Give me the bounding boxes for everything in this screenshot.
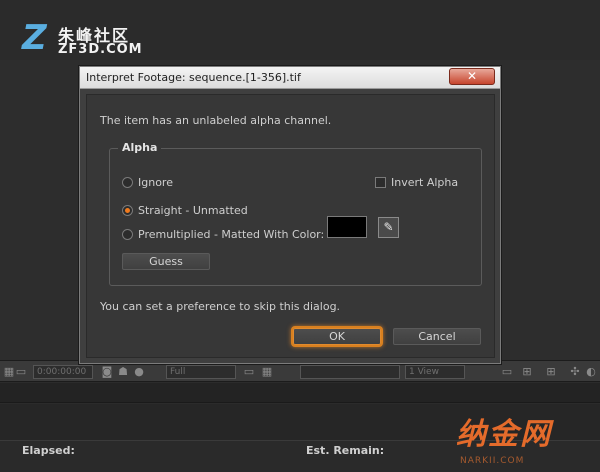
matte-color-swatch[interactable] bbox=[327, 216, 367, 238]
channel-icon[interactable]: ● bbox=[132, 365, 146, 379]
timeline-icon[interactable]: ⊞ bbox=[544, 365, 558, 379]
exposure-icon[interactable]: ◐ bbox=[584, 365, 598, 379]
cancel-button[interactable]: Cancel bbox=[393, 328, 481, 345]
resolution-dropdown[interactable]: Full bbox=[166, 365, 236, 379]
alpha-message: The item has an unlabeled alpha channel. bbox=[100, 114, 332, 127]
dialog-title: Interpret Footage: sequence.[1-356].tif bbox=[86, 71, 301, 84]
close-icon: ✕ bbox=[466, 69, 478, 83]
safe-zone-icon[interactable]: ▭ bbox=[14, 365, 28, 379]
premultiplied-label[interactable]: Premultiplied - Matted With Color: bbox=[138, 228, 324, 241]
logo-domain-text: ZF3D.COM bbox=[58, 42, 143, 57]
show-snapshot-icon[interactable]: ☗ bbox=[116, 365, 130, 379]
est-remain-label: Est. Remain: bbox=[306, 444, 385, 457]
render-queue-header bbox=[0, 383, 600, 403]
resolution-value: Full bbox=[170, 367, 186, 377]
preference-note: You can set a preference to skip this di… bbox=[100, 300, 341, 313]
ok-button[interactable]: OK bbox=[293, 328, 381, 345]
transparency-grid-icon[interactable]: ▦ bbox=[260, 365, 274, 379]
eyedropper-button[interactable]: ✎ bbox=[378, 217, 399, 238]
timecode-field[interactable]: 0:00:00:00 bbox=[33, 365, 93, 379]
interpret-footage-dialog: Interpret Footage: sequence.[1-356].tif … bbox=[79, 66, 501, 364]
alpha-group-title: Alpha bbox=[118, 141, 162, 154]
site-logo: Z 朱峰社区 ZF3D.COM bbox=[22, 20, 182, 60]
ignore-label[interactable]: Ignore bbox=[138, 176, 173, 189]
invert-alpha-label[interactable]: Invert Alpha bbox=[391, 176, 458, 189]
ignore-radio[interactable] bbox=[122, 177, 133, 188]
watermark-chinese-text: 纳金网 bbox=[456, 417, 552, 452]
invert-alpha-checkbox[interactable] bbox=[375, 177, 386, 188]
straight-unmatted-radio[interactable] bbox=[122, 205, 133, 216]
timecode-text: 0:00:00:00 bbox=[37, 367, 87, 377]
view-layout-dropdown[interactable]: 1 View bbox=[405, 365, 465, 379]
snapshot-icon[interactable]: ◙ bbox=[100, 365, 114, 379]
logo-mark: Z bbox=[22, 18, 47, 58]
watermark-domain-text: NARKII.COM bbox=[460, 456, 525, 466]
flowchart-icon[interactable]: ✣ bbox=[568, 365, 582, 379]
view-layout-value: 1 View bbox=[409, 367, 439, 377]
region-of-interest-icon[interactable]: ▭ bbox=[242, 365, 256, 379]
toggle-pixel-aspect-icon[interactable]: ▭ bbox=[500, 365, 514, 379]
fast-previews-icon[interactable]: ⊞ bbox=[520, 365, 534, 379]
eyedropper-icon: ✎ bbox=[383, 220, 394, 234]
dialog-body: The item has an unlabeled alpha channel.… bbox=[86, 94, 495, 358]
premultiplied-radio[interactable] bbox=[122, 229, 133, 240]
close-button[interactable]: ✕ bbox=[449, 68, 495, 85]
watermark-logo: 纳金网 NARKII.COM bbox=[456, 418, 596, 472]
straight-unmatted-label[interactable]: Straight - Unmatted bbox=[138, 204, 248, 217]
view-camera-dropdown[interactable] bbox=[300, 365, 400, 379]
dialog-title-bar[interactable]: Interpret Footage: sequence.[1-356].tif … bbox=[80, 67, 500, 89]
guess-button[interactable]: Guess bbox=[122, 253, 210, 270]
elapsed-label: Elapsed: bbox=[22, 444, 75, 457]
